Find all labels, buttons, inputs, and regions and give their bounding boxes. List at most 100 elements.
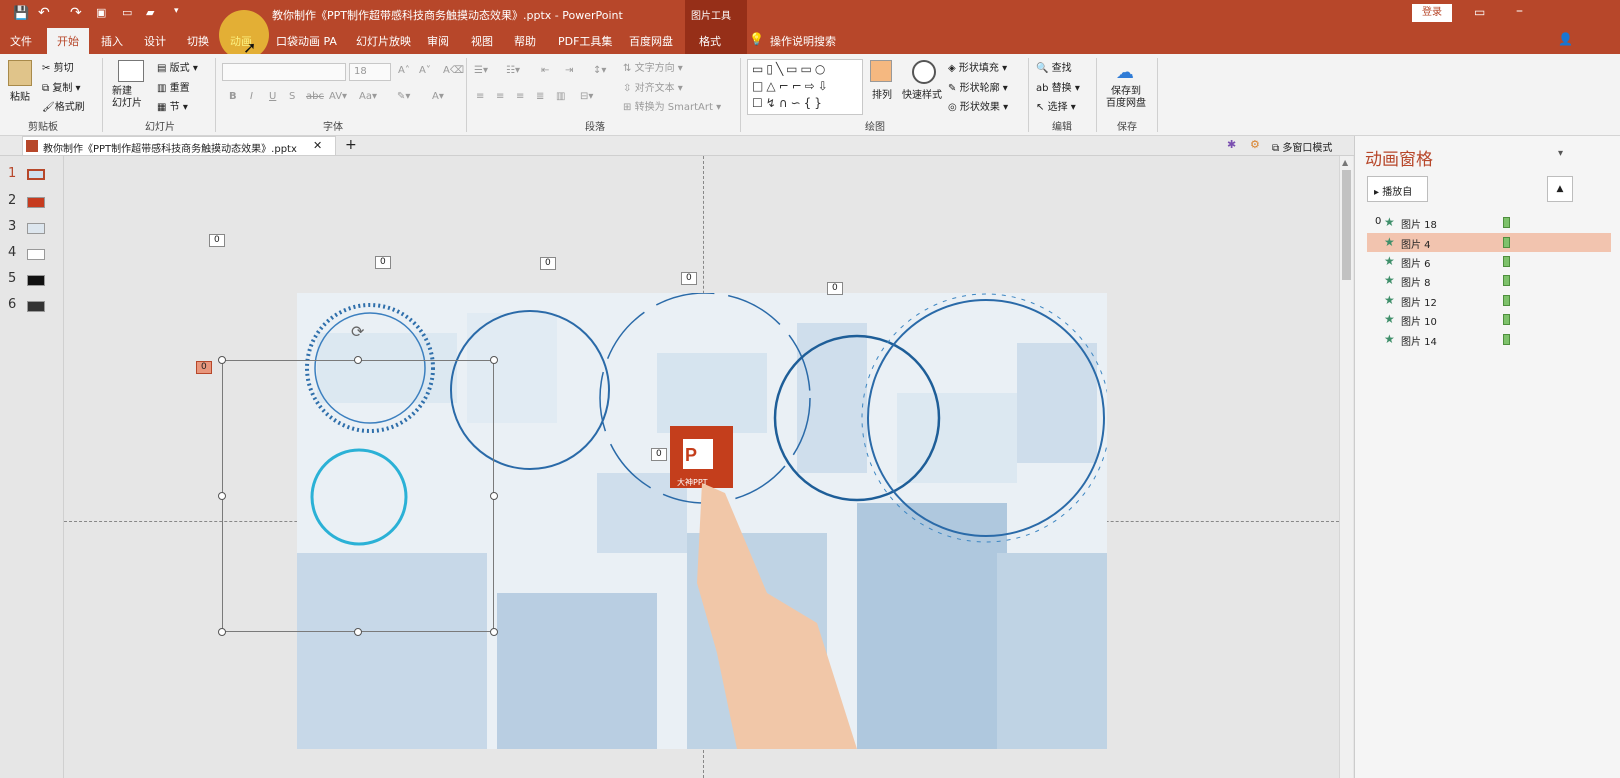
animation-timing-bar[interactable] bbox=[1503, 237, 1510, 248]
tab-file[interactable]: 文件 bbox=[10, 33, 32, 49]
animation-item[interactable]: ★ 图片 6 bbox=[1367, 252, 1611, 271]
move-up-icon[interactable]: ▲ bbox=[1547, 176, 1573, 202]
animation-item[interactable]: ★ 图片 10 bbox=[1367, 310, 1611, 329]
rotate-handle-icon[interactable]: ⟳ bbox=[351, 322, 364, 341]
font-color-icon[interactable]: A▾ bbox=[432, 91, 444, 102]
font-size-input[interactable]: 18 bbox=[349, 63, 391, 81]
text-direction-button[interactable]: ⇅ 文字方向 ▾ bbox=[623, 59, 683, 74]
resize-handle[interactable] bbox=[490, 492, 498, 500]
slide-thumbnail[interactable] bbox=[27, 301, 45, 312]
animation-timing-bar[interactable] bbox=[1503, 256, 1510, 267]
arrange-button[interactable]: 排列 bbox=[872, 86, 892, 101]
tell-me-search[interactable]: 操作说明搜索 bbox=[770, 33, 836, 49]
columns-icon[interactable]: ▥ bbox=[556, 91, 565, 102]
layout-button[interactable]: ▤ 版式 ▾ bbox=[157, 59, 198, 74]
animation-order-tag[interactable]: 0 bbox=[540, 257, 556, 270]
numbering-icon[interactable]: ☷▾ bbox=[506, 65, 520, 76]
align-center-icon[interactable]: ≡ bbox=[496, 91, 504, 102]
animation-order-tag[interactable]: 0 bbox=[681, 272, 697, 285]
tool-icon[interactable]: ✱ bbox=[1227, 138, 1236, 151]
align-text-button[interactable]: ⇳ 对齐文本 ▾ bbox=[623, 79, 683, 94]
new-tab-icon[interactable]: + bbox=[345, 137, 357, 153]
change-case-icon[interactable]: Aa▾ bbox=[359, 91, 377, 102]
animation-timing-bar[interactable] bbox=[1503, 314, 1510, 325]
decrease-font-icon[interactable]: A˅ bbox=[419, 65, 431, 76]
tab-view[interactable]: 视图 bbox=[471, 33, 493, 49]
selection-box[interactable] bbox=[222, 360, 494, 632]
smartart-button[interactable]: ⊞ 转换为 SmartArt ▾ bbox=[623, 98, 721, 113]
strikethrough-icon[interactable]: abc bbox=[306, 91, 324, 102]
new-slide-button[interactable]: 新建 幻灯片 bbox=[112, 86, 142, 110]
save-to-baidu-button[interactable]: 保存到 百度网盘 bbox=[1106, 86, 1146, 110]
open-folder-icon[interactable]: ▰ bbox=[146, 6, 154, 19]
tab-slideshow[interactable]: 幻灯片放映 bbox=[356, 33, 411, 49]
scroll-thumb[interactable] bbox=[1342, 170, 1351, 280]
animation-timing-bar[interactable] bbox=[1503, 334, 1510, 345]
tab-insert[interactable]: 插入 bbox=[101, 33, 123, 49]
slide-thumbnail[interactable] bbox=[27, 197, 45, 208]
animation-item[interactable]: ★ 图片 12 bbox=[1367, 291, 1611, 310]
shapes-gallery[interactable]: ▭▯╲▭▭○ □△⌐⌐⇨⇩ ☐↯∩∽{} bbox=[747, 59, 863, 115]
font-name-input[interactable] bbox=[222, 63, 346, 81]
tab-format[interactable]: 格式 bbox=[685, 28, 747, 54]
resize-handle[interactable] bbox=[354, 356, 362, 364]
quick-styles-icon[interactable] bbox=[912, 60, 936, 84]
slide-thumbnail[interactable] bbox=[27, 223, 45, 234]
pane-options-icon[interactable]: ▾ bbox=[1558, 148, 1563, 159]
animation-item[interactable]: ★ 图片 8 bbox=[1367, 271, 1611, 290]
resize-handle[interactable] bbox=[218, 492, 226, 500]
cut-button[interactable]: ✂ 剪切 bbox=[42, 59, 74, 74]
tab-design[interactable]: 设计 bbox=[144, 33, 166, 49]
slide-thumbnail[interactable] bbox=[27, 169, 45, 180]
increase-indent-icon[interactable]: ⇥ bbox=[565, 65, 573, 76]
customize-quick-access-icon[interactable]: ▾ bbox=[174, 6, 179, 16]
highlight-icon[interactable]: ✎▾ bbox=[397, 91, 410, 102]
resize-handle[interactable] bbox=[218, 628, 226, 636]
animation-item[interactable]: ★ 图片 14 bbox=[1367, 330, 1611, 349]
tab-transitions[interactable]: 切换 bbox=[187, 33, 209, 49]
format-painter-button[interactable]: 🖌格式刷 bbox=[42, 98, 85, 113]
increase-font-icon[interactable]: A˄ bbox=[398, 65, 410, 76]
start-from-beginning-icon[interactable]: ▣ bbox=[96, 6, 106, 19]
reset-button[interactable]: ▥ 重置 bbox=[157, 79, 190, 94]
animation-order-tag-selected[interactable]: 0 bbox=[196, 361, 212, 374]
close-tab-icon[interactable]: ✕ bbox=[313, 139, 322, 152]
undo-icon[interactable]: ↶ bbox=[38, 5, 50, 21]
animation-order-tag[interactable]: 0 bbox=[651, 448, 667, 461]
baidu-cloud-icon[interactable]: ☁ bbox=[1116, 62, 1134, 83]
animation-order-tag[interactable]: 0 bbox=[209, 234, 225, 247]
shape-fill-button[interactable]: ◈ 形状填充 ▾ bbox=[948, 59, 1007, 74]
shape-outline-button[interactable]: ✎ 形状轮廓 ▾ bbox=[948, 79, 1008, 94]
paste-button[interactable]: 粘贴 bbox=[10, 88, 30, 103]
slide-thumbnail[interactable] bbox=[27, 275, 45, 286]
share-icon[interactable]: 👤 bbox=[1558, 32, 1573, 46]
copy-button[interactable]: ⧉ 复制 ▾ bbox=[42, 79, 81, 94]
replace-button[interactable]: ab 替换 ▾ bbox=[1036, 79, 1080, 94]
multi-window-button[interactable]: ⧉ 多窗口模式 bbox=[1272, 139, 1332, 154]
animation-timing-bar[interactable] bbox=[1503, 295, 1510, 306]
new-file-icon[interactable]: ▭ bbox=[122, 6, 132, 19]
redo-icon[interactable]: ↷ bbox=[70, 5, 82, 21]
settings-icon[interactable]: ⚙ bbox=[1250, 138, 1260, 151]
animation-timing-bar[interactable] bbox=[1503, 217, 1510, 228]
save-icon[interactable]: 💾 bbox=[13, 6, 29, 21]
animation-order-tag[interactable]: 0 bbox=[375, 256, 391, 269]
arrange-icon[interactable] bbox=[870, 60, 892, 82]
animation-item-selected[interactable]: ★ 图片 4 bbox=[1367, 233, 1611, 252]
decrease-indent-icon[interactable]: ⇤ bbox=[541, 65, 549, 76]
tab-pdf-tools[interactable]: PDF工具集 bbox=[558, 33, 612, 49]
minimize-icon[interactable]: – bbox=[1516, 3, 1523, 19]
resize-handle[interactable] bbox=[354, 628, 362, 636]
animation-timing-bar[interactable] bbox=[1503, 275, 1510, 286]
justify-icon[interactable]: ≣ bbox=[536, 91, 544, 102]
tab-pocket-animation[interactable]: 口袋动画 PA bbox=[276, 33, 337, 49]
slide-thumbnail[interactable] bbox=[27, 249, 45, 260]
select-button[interactable]: ↖ 选择 ▾ bbox=[1036, 98, 1076, 113]
quick-styles-button[interactable]: 快速样式 bbox=[902, 86, 942, 101]
bullets-icon[interactable]: ☰▾ bbox=[474, 65, 488, 76]
line-spacing-icon[interactable]: ↕▾ bbox=[593, 65, 606, 76]
align-right-icon[interactable]: ≡ bbox=[516, 91, 524, 102]
tab-home[interactable]: 开始 bbox=[47, 28, 89, 54]
resize-handle[interactable] bbox=[490, 628, 498, 636]
resize-handle[interactable] bbox=[218, 356, 226, 364]
